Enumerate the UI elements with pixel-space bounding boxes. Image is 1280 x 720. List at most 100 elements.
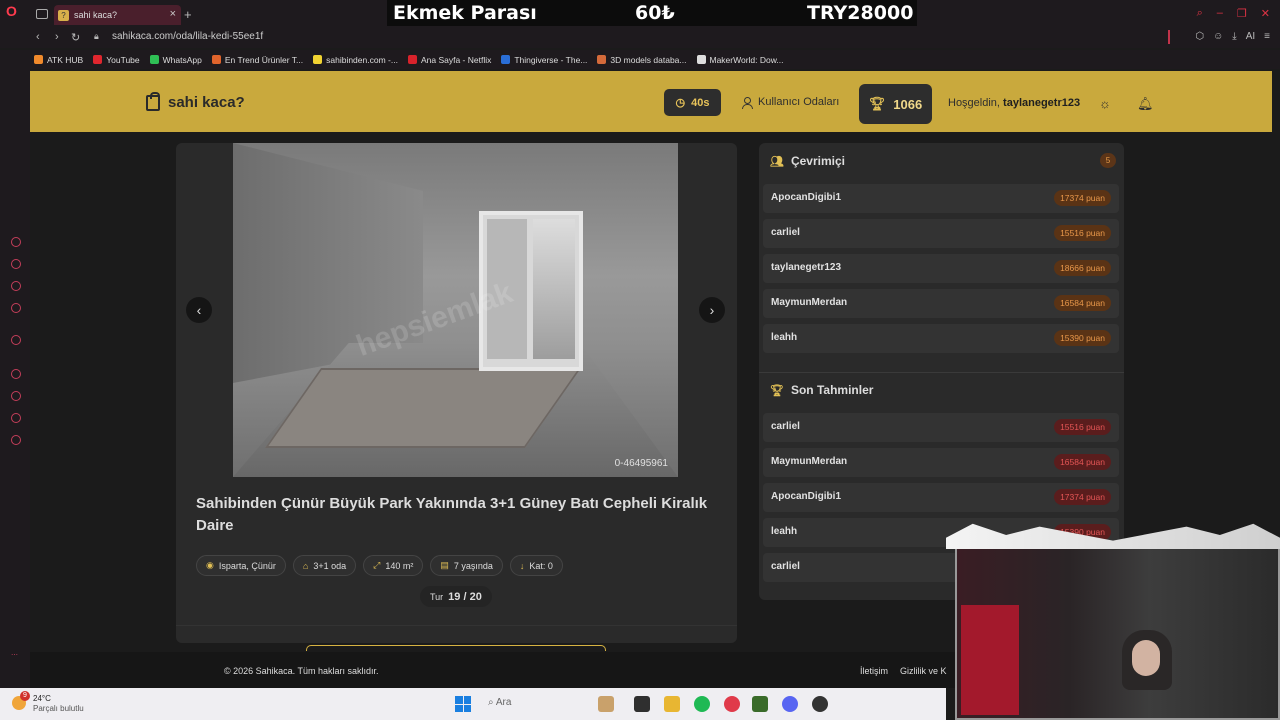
- bookmark-whatsapp[interactable]: WhatsApp: [149, 55, 202, 65]
- guess-row: ApocanDigibi1 17374 puan: [763, 483, 1119, 512]
- welcome-username[interactable]: taylanegetr123: [1003, 97, 1080, 109]
- player-score-badge: 16584 puan: [1054, 295, 1111, 311]
- guess-input-box[interactable]: [306, 645, 606, 651]
- sidebar-more-icon[interactable]: ⋯: [11, 651, 18, 659]
- next-photo-button[interactable]: ›: [699, 297, 725, 323]
- url-field[interactable]: sahikaca.com/oda/lila-kedi-55ee1f: [112, 31, 263, 42]
- ai-icon[interactable]: AI: [1246, 31, 1255, 42]
- bookmark-makerworld[interactable]: MakerWorld: Dow...: [696, 55, 784, 65]
- youtube-icon: [93, 55, 103, 64]
- close-window-icon[interactable]: ✕: [1261, 7, 1270, 20]
- taskbar-explorer-icon[interactable]: [664, 696, 680, 712]
- recent-guesses-title: Son Tahminler: [790, 383, 874, 397]
- online-player-row: leahh 15390 puan: [763, 324, 1119, 353]
- sidebar-settings-icon[interactable]: [11, 435, 21, 445]
- taskbar-minecraft-icon[interactable]: [752, 696, 768, 712]
- lock-icon: 🔒︎: [94, 31, 99, 41]
- leaderboard-button[interactable]: 🏆︎ 1066: [859, 84, 932, 124]
- taskbar-opera-icon[interactable]: [724, 696, 740, 712]
- menu-icon[interactable]: ≡: [1264, 31, 1270, 42]
- sidebar-extensions-icon[interactable]: [11, 413, 21, 423]
- previous-photo-button[interactable]: ‹: [186, 297, 212, 323]
- round-value: 19 / 20: [448, 590, 482, 603]
- browser-tab-active[interactable]: ? sahi kaca? ×: [54, 5, 181, 25]
- bookmark-icon: [34, 55, 43, 64]
- sidebar-twitch-icon[interactable]: [11, 335, 21, 345]
- bookmark-trend[interactable]: En Trend Ürünler T...: [211, 55, 303, 65]
- tab-favicon-icon: ?: [58, 9, 69, 21]
- trophy-icon: 🏆︎: [770, 384, 784, 397]
- player-score-badge: 15516 puan: [1054, 225, 1111, 241]
- recent-guesses-header: 🏆︎ Son Tahminler: [770, 383, 873, 397]
- webcam-pc-lights: [961, 605, 1019, 715]
- guess-player-name: carliel: [771, 421, 800, 432]
- footer-contact-link[interactable]: İletişim: [860, 666, 888, 676]
- user-score: 1066: [893, 96, 923, 112]
- webcam-face: [1132, 640, 1160, 676]
- reload-icon[interactable]: ↻: [71, 31, 80, 44]
- player-score-badge: 17374 puan: [1054, 190, 1111, 206]
- map-pin-icon: ◉: [206, 560, 214, 570]
- taskbar-search[interactable]: ⌕ Ara: [488, 697, 511, 708]
- tab-close-icon[interactable]: ×: [170, 8, 176, 20]
- taskbar-obs-icon[interactable]: [812, 696, 828, 712]
- download-icon[interactable]: ⤓: [1232, 31, 1236, 42]
- player-name: leahh: [771, 332, 798, 343]
- opera-logo-icon[interactable]: O: [6, 3, 22, 21]
- sidebar-player-icon[interactable]: [11, 369, 21, 379]
- footer-privacy-link[interactable]: Gizlilik ve K: [900, 666, 947, 676]
- sidebar-history-icon[interactable]: [11, 391, 21, 401]
- bookmark-sahibinden[interactable]: sahibinden.com -...: [313, 55, 398, 65]
- windows-start-icon[interactable]: [455, 696, 471, 712]
- guess-score-badge: 15516 puan: [1054, 419, 1111, 435]
- welcome-text: Hoşgeldin, taylanegetr123: [948, 97, 1081, 109]
- whatsapp-icon: [149, 55, 159, 64]
- site-logo[interactable]: sahi kaca?: [146, 91, 245, 111]
- area-chip: ⤢ 140 m²: [363, 555, 424, 576]
- back-icon[interactable]: ‹: [36, 31, 40, 43]
- taskbar-discord-icon[interactable]: [782, 696, 798, 712]
- search-icon[interactable]: ⌕: [1197, 7, 1203, 20]
- bookmark-atk-hub[interactable]: ATK HUB: [34, 55, 83, 65]
- age-chip: ▤ 7 yaşında: [430, 555, 503, 576]
- guess-score-badge: 16584 puan: [1054, 454, 1111, 470]
- user-rooms-link[interactable]: Kullanıcı Odaları: [742, 96, 839, 109]
- sidebar-m-icon[interactable]: [11, 303, 21, 313]
- logo-text: sahi kaca?: [168, 94, 245, 111]
- new-tab-button[interactable]: +: [184, 7, 192, 22]
- bookmark-thingiverse[interactable]: Thingiverse - The...: [501, 55, 587, 65]
- sidebar-car-icon[interactable]: [11, 259, 21, 269]
- taskbar-task-view-icon[interactable]: [634, 696, 650, 712]
- banner-total: TRY28000: [807, 2, 914, 24]
- tab-overview-icon[interactable]: [36, 9, 48, 19]
- rooms-chip: ⌂ 3+1 oda: [292, 555, 357, 576]
- extensions-icon[interactable]: ⬡: [1195, 31, 1204, 42]
- restore-icon[interactable]: ❐: [1237, 7, 1247, 20]
- forward-icon[interactable]: ›: [55, 31, 59, 43]
- webcam-overlay: [946, 521, 1280, 720]
- bookmark-netflix[interactable]: Ana Sayfa - Netflix: [407, 55, 491, 65]
- timer-badge: ◷ 40s: [664, 89, 721, 116]
- guess-player-name: MaymunMerdan: [771, 456, 848, 467]
- profile-icon[interactable]: ☺: [1213, 31, 1223, 42]
- content-divider: [176, 625, 737, 626]
- online-player-row: carliel 15516 puan: [763, 219, 1119, 248]
- minimize-icon[interactable]: –: [1217, 7, 1223, 20]
- browser-sidebar: ⋯: [0, 69, 30, 688]
- arrow-down-icon: ↓: [519, 560, 525, 571]
- sidebar-wallet-icon[interactable]: [11, 281, 21, 291]
- trophy-icon: 🏆︎: [868, 96, 886, 111]
- notifications-bell-icon[interactable]: 🔔︎: [1137, 96, 1154, 112]
- bookmark-3d-models[interactable]: 3D models databa...: [597, 55, 687, 65]
- floor-chip: ↓ Kat: 0: [509, 555, 563, 576]
- bookmark-youtube[interactable]: YouTube: [93, 55, 140, 65]
- home-icon: ⌂: [302, 560, 309, 571]
- taskbar-app-icon[interactable]: [598, 696, 614, 712]
- online-player-row: MaymunMerdan 16584 puan: [763, 289, 1119, 318]
- weather-description: Parçalı bulutlu: [33, 704, 84, 713]
- listing-title: Sahibinden Çünür Büyük Park Yakınında 3+…: [196, 495, 708, 534]
- taskbar-spotify-icon[interactable]: [694, 696, 710, 712]
- theme-toggle-sun-icon[interactable]: ☼: [1099, 97, 1112, 110]
- bookmark-icon: [211, 55, 221, 64]
- sidebar-speed-icon[interactable]: [11, 237, 21, 247]
